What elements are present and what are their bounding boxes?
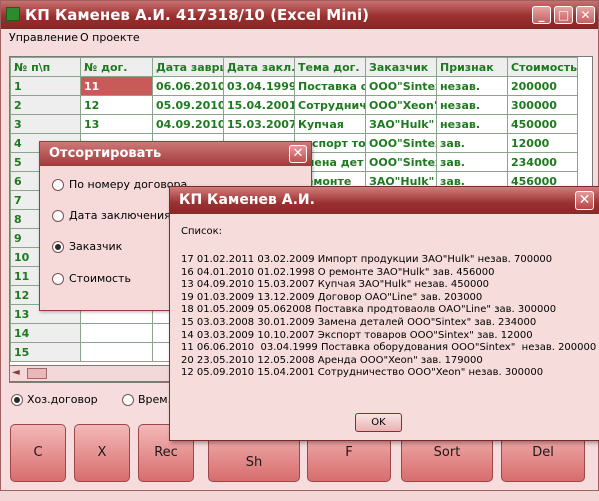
menu-item-about[interactable]: О проекте — [80, 31, 140, 44]
list-dialog-close-icon[interactable]: ✕ — [575, 191, 594, 210]
column-header[interactable]: Заказчик — [365, 57, 437, 77]
table-cell[interactable]: ООО"Sintex — [365, 76, 437, 96]
sort-option-conclusion-date-radio[interactable] — [52, 209, 64, 222]
list-item: 20 23.05.2010 12.05.2008 Аренда ООО"Xeon… — [181, 354, 483, 366]
row-number[interactable]: 15 — [10, 342, 81, 362]
sort-dialog-title: Отсортировать — [49, 146, 162, 161]
list-item: 15 03.03.2008 30.01.2009 Замена деталей … — [181, 316, 537, 328]
list-item: 19 01.03.2009 13.12.2009 Договор ОАО"Lin… — [181, 291, 483, 303]
column-header[interactable]: Признак — [436, 57, 508, 77]
menu-bar: Управление О проекте — [1, 29, 598, 48]
table-cell[interactable] — [80, 323, 153, 343]
sort-option-conclusion-date-label: Дата заключения — [69, 209, 171, 222]
sort-option-customer-label: Заказчик — [69, 240, 123, 253]
table-cell[interactable]: Купчая — [294, 114, 366, 134]
sort-option-cost[interactable]: Стоимость — [52, 272, 131, 285]
table-cell[interactable]: 200000 — [507, 76, 578, 96]
table-cell[interactable]: Сотрудниче — [294, 95, 366, 115]
table-row[interactable]: 3 13 04.09.2010 15.03.2007 Купчая ЗАО"Hulk" не… — [10, 114, 578, 134]
table-cell[interactable] — [80, 342, 153, 362]
table-cell[interactable]: 12000 — [507, 133, 578, 153]
column-header[interactable]: Дата заврш — [152, 57, 224, 77]
scrollbar-thumb[interactable] — [27, 368, 47, 379]
radio-khoz-dogovor-label: Хоз.договор — [27, 393, 98, 406]
list-dialog-title: КП Каменев А.И. — [179, 192, 315, 208]
minimize-button[interactable]: _ — [532, 6, 551, 24]
table-cell[interactable]: ЗАО"Hulk" — [365, 114, 437, 134]
list-item: 14 03.03.2009 10.10.2007 Экспорт товаров… — [181, 329, 533, 341]
scroll-left-arrow-icon[interactable]: ◄ — [12, 367, 20, 378]
excel-app-icon — [6, 7, 20, 21]
sort-option-customer[interactable]: Заказчик — [52, 240, 122, 253]
radio-vrem-circle[interactable] — [122, 393, 134, 406]
window-title: КП Каменев А.И. 417318/10 (Excel Mini) — [25, 6, 370, 24]
table-cell[interactable]: ООО"Sintex — [365, 152, 437, 172]
main-window: КП Каменев А.И. 417318/10 (Excel Mini) _… — [0, 0, 599, 491]
table-cell[interactable]: 15.04.2001 — [223, 95, 295, 115]
row-number[interactable]: 3 — [10, 114, 81, 134]
table-cell[interactable]: зав. — [436, 152, 508, 172]
sort-dialog-titlebar[interactable]: Отсортировать ✕ — [40, 142, 311, 166]
column-header[interactable]: Дата закл. — [223, 57, 295, 77]
column-header[interactable]: № дог. — [80, 57, 153, 77]
row-number[interactable]: 1 — [10, 76, 81, 96]
window-titlebar[interactable]: КП Каменев А.И. 417318/10 (Excel Mini) _… — [1, 1, 598, 29]
column-header[interactable]: № п\п — [10, 57, 81, 77]
table-cell[interactable]: Поставка о — [294, 76, 366, 96]
horizontal-scrollbar[interactable]: ◄ — [9, 365, 189, 382]
column-header[interactable]: Стоимость — [507, 57, 578, 77]
list-item: 13 04.09.2010 15.03.2007 Купчая ЗАО"Hulk… — [181, 279, 490, 291]
sort-option-conclusion-date[interactable]: Дата заключения — [52, 209, 171, 222]
maximize-button[interactable]: □ — [554, 6, 573, 24]
table-cell[interactable]: 11 — [80, 76, 153, 96]
table-row[interactable]: 21205.09.201015.04.2001СотрудничеООО"Xeo… — [10, 95, 578, 115]
table-cell[interactable]: зав. — [436, 133, 508, 153]
row-number[interactable]: 2 — [10, 95, 81, 115]
list-item: 16 04.01.2010 01.02.1998 О ремонте ЗАО"H… — [181, 266, 495, 278]
list-item: 17 01.02.2011 03.02.2009 Импорт продукци… — [181, 254, 553, 265]
radio-khoz-dogovor-circle[interactable] — [11, 393, 23, 406]
list-lines: 17 01.02.2011 03.02.2009 Импорт продукци… — [181, 254, 596, 380]
sort-option-cost-label: Стоимость — [69, 272, 131, 285]
x-button[interactable]: X — [74, 424, 130, 482]
list-item: 11 06.06.2010 03.04.1999 Поставка оборуд… — [181, 342, 597, 354]
column-header[interactable]: Тема дог. — [294, 57, 366, 77]
sort-option-cost-radio[interactable] — [52, 272, 64, 285]
table-cell[interactable]: 450000 — [507, 114, 578, 134]
radio-khoz-dogovor[interactable]: Хоз.договор — [11, 393, 98, 406]
radio-vrem[interactable]: Врем. — [122, 393, 171, 406]
table-cell[interactable]: 234000 — [507, 152, 578, 172]
table-cell[interactable]: 300000 — [507, 95, 578, 115]
table-cell[interactable]: незав. — [436, 95, 508, 115]
table-cell[interactable]: 13 — [80, 114, 153, 134]
radio-vrem-label: Врем. — [138, 393, 172, 406]
close-button[interactable]: ✕ — [576, 6, 595, 24]
list-dialog-titlebar[interactable]: КП Каменев А.И. ✕ — [170, 187, 599, 214]
list-caption: Список: — [181, 226, 223, 237]
table-cell[interactable]: 12 — [80, 95, 153, 115]
table-cell[interactable]: 03.04.1999 — [223, 76, 295, 96]
table-cell[interactable]: незав. — [436, 114, 508, 134]
list-dialog: КП Каменев А.И. ✕ Список: 17 01.02.2011 … — [169, 186, 599, 441]
sort-option-contract-number[interactable]: По номеру договора — [52, 178, 187, 191]
list-item: 12 05.09.2010 15.04.2001 Сотрудничество … — [181, 367, 544, 379]
table-cell[interactable]: 04.09.2010 — [152, 114, 224, 134]
table-cell[interactable]: ООО"Xeon" — [365, 95, 437, 115]
table-row[interactable]: 1 11 06.06.2010 03.04.1999 Поставка о ООО"Sin… — [10, 76, 578, 96]
table-cell[interactable]: 15.03.2007 — [223, 114, 295, 134]
table-cell[interactable]: 05.09.2010 — [152, 95, 224, 115]
sort-option-contract-number-radio[interactable] — [52, 178, 64, 191]
row-number[interactable]: 14 — [10, 323, 81, 343]
table-cell[interactable]: ООО"Sintex — [365, 133, 437, 153]
sort-option-customer-radio[interactable] — [52, 240, 64, 253]
list-item: 18 01.05.2009 05.062008 Поставка продтов… — [181, 304, 557, 316]
ok-button[interactable]: OK — [355, 413, 402, 432]
menu-item-management[interactable]: Управление — [9, 31, 78, 44]
table-cell[interactable]: незав. — [436, 76, 508, 96]
table-cell[interactable]: 06.06.2010 — [152, 76, 224, 96]
sort-dialog-close-icon[interactable]: ✕ — [289, 145, 307, 163]
c-button[interactable]: C — [10, 424, 66, 482]
